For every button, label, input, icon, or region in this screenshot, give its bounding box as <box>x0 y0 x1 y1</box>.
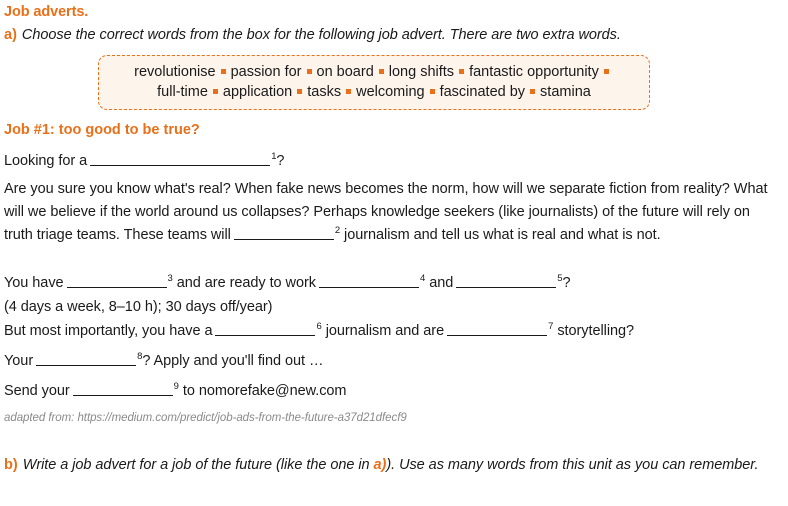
gap-blank-1[interactable] <box>90 152 271 166</box>
word-separator-icon <box>306 69 312 74</box>
gap-line-6-pre: But most importantly, you have a <box>4 323 213 339</box>
task-b-letter: b) <box>4 457 18 473</box>
worksheet-page: Job adverts. a) Choose the correct words… <box>0 0 788 506</box>
task-a-letter: a) <box>4 27 17 43</box>
gap-line-3-pre: You have <box>4 275 64 291</box>
gap-blank-9[interactable] <box>72 382 173 396</box>
gap-line-4-mid: and are ready to work <box>176 275 316 291</box>
word-bank-word[interactable]: fascinated by <box>440 84 525 100</box>
word-separator-icon <box>378 69 384 74</box>
gap-blank-8[interactable] <box>36 352 137 366</box>
gap-blank-7[interactable] <box>447 322 548 336</box>
task-b: b) Write a job advert for a job of the f… <box>4 454 772 476</box>
gap-blank-3[interactable] <box>66 274 167 288</box>
word-bank-word[interactable]: stamina <box>540 84 591 100</box>
word-bank-box: revolutionise passion for on board long shi… <box>98 55 650 110</box>
schedule-note: (4 days a week, 8–10 h); 30 days off/yea… <box>4 299 273 315</box>
gap-line-345: You have 3 and are ready to work 4 and 5? <box>4 272 774 295</box>
word-bank-word[interactable]: revolutionise <box>134 64 215 80</box>
gap-number-3: 3 <box>167 273 173 285</box>
word-bank-line-1: revolutionise passion for on board long shi… <box>111 62 637 82</box>
word-bank-line-2: full-time application tasks welcoming fascin… <box>111 82 637 102</box>
task-b-text-before: Write a job advert for a job of the futu… <box>22 457 370 473</box>
gap-line-5-post: ? <box>562 275 571 291</box>
gap-blank-6[interactable] <box>215 322 316 336</box>
advert-paragraph-2-post: journalism and tell us what is real and … <box>344 227 661 243</box>
gap-line-7-mid: journalism and are <box>325 323 445 339</box>
gap-line-1-pre: Looking for a <box>4 153 88 169</box>
task-b-instruction: Write a job advert for a job of the futu… <box>23 454 759 476</box>
word-separator-icon <box>530 89 536 94</box>
word-bank-word[interactable]: passion for <box>231 64 302 80</box>
word-bank-word[interactable]: on board <box>317 64 374 80</box>
word-separator-icon <box>603 69 609 74</box>
gap-blank-5[interactable] <box>456 274 557 288</box>
word-bank-word[interactable]: application <box>223 84 292 100</box>
task-b-text-after: ). Use as many words from this unit as y… <box>386 457 759 473</box>
gap-blank-4[interactable] <box>318 274 419 288</box>
source-attribution: adapted from: https://medium.com/predict… <box>4 412 407 424</box>
word-separator-icon <box>297 89 303 94</box>
gap-line-1-post: ? <box>276 153 285 169</box>
word-bank-word[interactable]: fantastic opportunity <box>469 64 599 80</box>
gap-line-1: Looking for a 1? <box>4 150 774 173</box>
gap-line-5-mid: and <box>429 275 454 291</box>
task-a-instruction: Choose the correct words from the box fo… <box>21 27 621 43</box>
gap-number-2: 2 <box>334 225 341 237</box>
gap-line-67: But most importantly, you have a 6 journa… <box>4 320 774 343</box>
gap-line-9-post: to nomorefake@new.com <box>182 383 347 399</box>
word-separator-icon <box>220 69 226 74</box>
gap-line-8: Your 8? Apply and you'll find out … <box>4 350 504 373</box>
gap-number-6: 6 <box>316 321 322 333</box>
gap-line-9-pre: Send your <box>4 383 70 399</box>
word-bank-word[interactable]: long shifts <box>389 64 454 80</box>
task-a: a) Choose the correct words from the box… <box>4 27 621 43</box>
word-bank-word[interactable]: welcoming <box>356 84 425 100</box>
word-separator-icon <box>459 69 465 74</box>
gap-number-4: 4 <box>419 273 426 285</box>
advert-heading: Job #1: too good to be true? <box>4 122 200 138</box>
gap-blank-2[interactable] <box>233 226 334 240</box>
word-separator-icon <box>212 89 218 94</box>
gap-line-7-post: storytelling? <box>557 323 635 339</box>
gap-number-7: 7 <box>548 321 554 333</box>
page-title: Job adverts. <box>4 4 89 20</box>
gap-line-9: Send your 9 to nomorefake@new.com <box>4 380 504 403</box>
advert-paragraph: Are you sure you know what's real? When … <box>4 178 770 247</box>
word-bank-word[interactable]: full-time <box>157 84 208 100</box>
gap-line-8-post: ? Apply and you'll find out … <box>142 353 324 369</box>
gap-number-9: 9 <box>173 381 179 393</box>
word-separator-icon <box>346 89 352 94</box>
gap-line-8-pre: Your <box>4 353 34 369</box>
task-b-reference: a) <box>373 457 387 473</box>
word-separator-icon <box>429 89 435 94</box>
word-bank-word[interactable]: tasks <box>307 84 341 100</box>
